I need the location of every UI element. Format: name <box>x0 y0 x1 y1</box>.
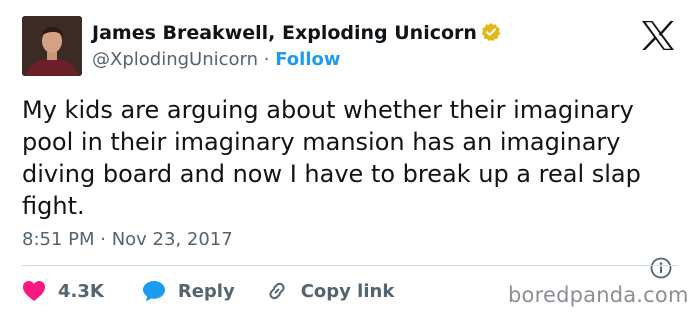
tweet-timestamp[interactable]: 8:51 PM · Nov 23, 2017 <box>22 229 233 250</box>
link-icon <box>269 282 285 300</box>
follow-button[interactable]: Follow <box>275 49 340 70</box>
verified-badge-icon <box>481 22 501 47</box>
site-watermark: boredpanda.com <box>508 283 689 307</box>
like-count: 4.3K <box>58 280 104 302</box>
action-bar: 4.3K Reply Copy link <box>22 277 394 305</box>
like-button[interactable]: 4.3K <box>22 280 104 302</box>
tweet-text: My kids are arguing about whether their … <box>22 96 641 220</box>
tweet-card: James Breakwell, Exploding Unicorn @Xplo… <box>0 0 700 318</box>
copy-link-label: Copy link <box>300 280 395 302</box>
x-logo-icon[interactable] <box>641 20 675 51</box>
reply-button[interactable]: Reply <box>142 280 235 302</box>
info-icon[interactable] <box>649 256 673 280</box>
author-handle-line: @XplodingUnicorn · Follow <box>92 49 341 70</box>
heart-icon <box>23 281 45 301</box>
copy-link-button[interactable]: Copy link <box>265 279 395 303</box>
reply-label: Reply <box>177 280 235 302</box>
separator-dot: · <box>263 49 270 70</box>
author-display-name[interactable]: James Breakwell, Exploding Unicorn <box>92 22 501 47</box>
author-handle[interactable]: @XplodingUnicorn <box>92 49 258 70</box>
reply-bubble-icon <box>142 281 165 302</box>
divider <box>22 265 678 266</box>
avatar[interactable] <box>22 16 82 76</box>
display-name-text: James Breakwell, Exploding Unicorn <box>92 22 477 44</box>
